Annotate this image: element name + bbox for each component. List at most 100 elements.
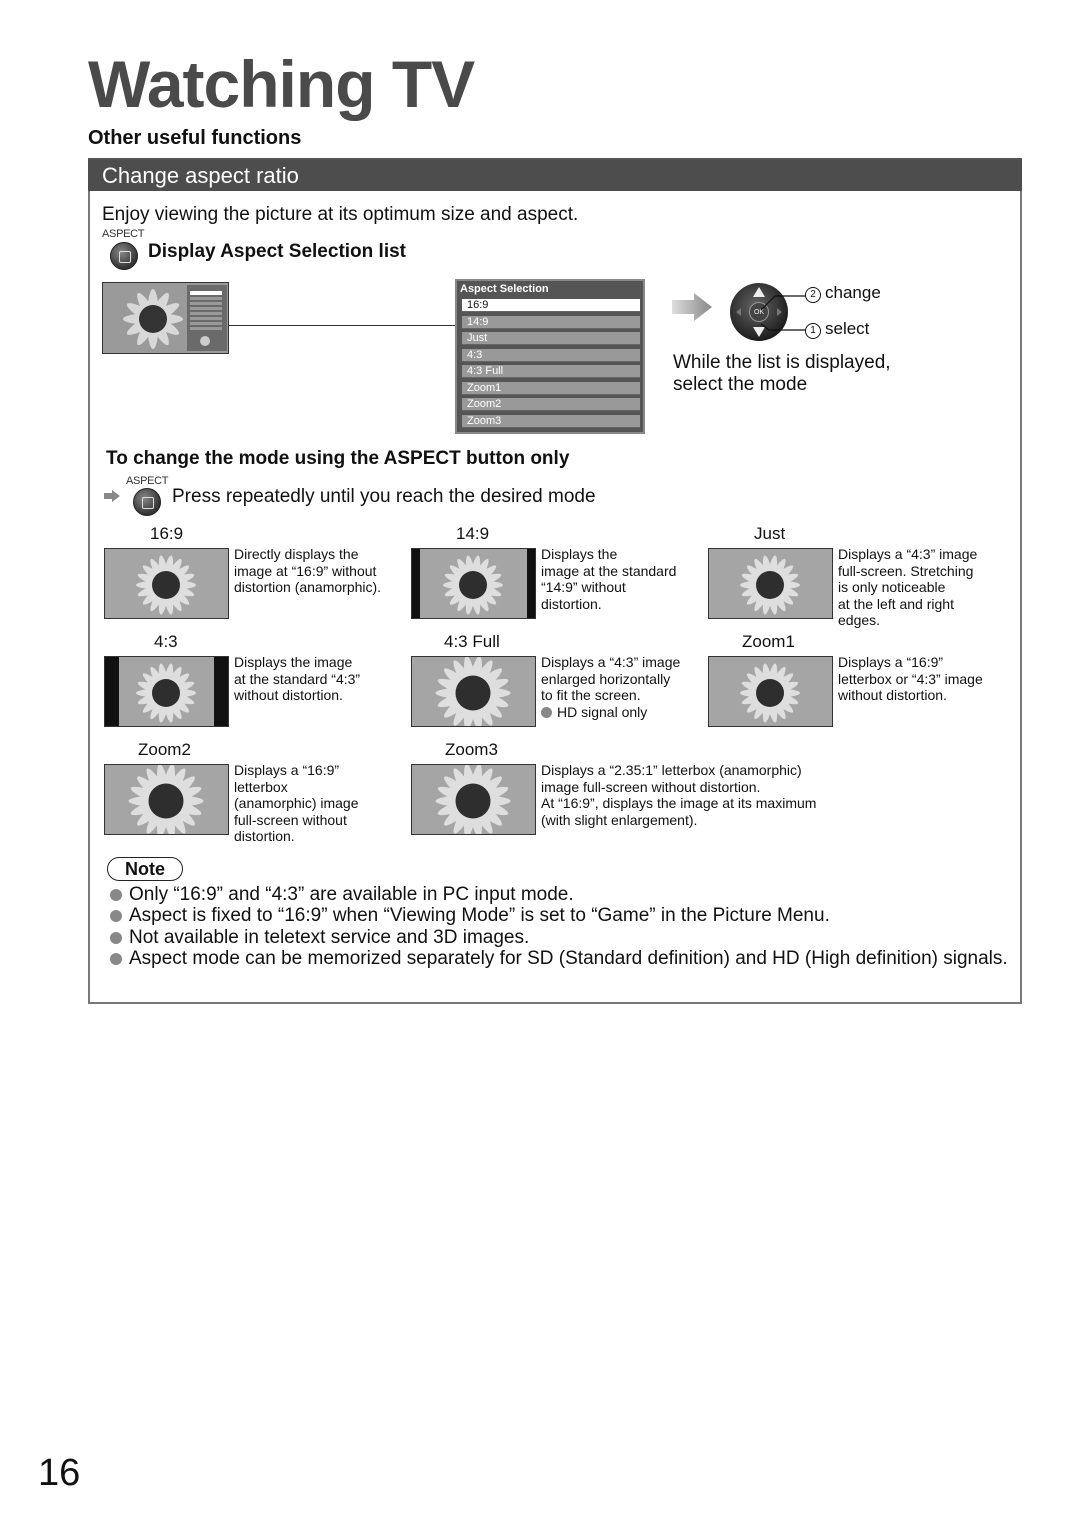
mode-description-4-3-full: Displays a “4:3” image enlarged horizonta… (541, 654, 680, 720)
note-item: Aspect is fixed to “16:9” when “Viewing … (108, 905, 1013, 926)
callout-lines (760, 295, 805, 331)
list-instruction: While the list is displayed, select the … (673, 352, 891, 395)
menu-item-just[interactable]: Just (462, 332, 640, 345)
sunflower-image (709, 657, 832, 726)
mode-title-zoom2: Zoom2 (138, 740, 191, 759)
mode-thumbnail-zoom3 (411, 764, 536, 835)
step-change: 2 change (805, 283, 881, 303)
sunflower-image (709, 549, 832, 618)
description-line: distortion (anamorphic). (234, 579, 382, 595)
page-title: Watching TV (88, 47, 475, 121)
note-badge: Note (107, 857, 183, 881)
step-heading: Display Aspect Selection list (148, 241, 406, 262)
description-line: letterbox (234, 778, 288, 795)
bullet-icon (110, 952, 122, 965)
mode-title-4-3: 4:3 (154, 632, 178, 651)
aspect-button-icon (133, 488, 161, 516)
arrow-right-icon (104, 490, 120, 502)
description-line: Displays a “4:3” image (838, 546, 978, 562)
description-line: Displays a “16:9” (234, 762, 340, 778)
description-line: is only noticeable (838, 579, 946, 595)
menu-item-zoom3[interactable]: Zoom3 (462, 414, 640, 428)
menu-item-zoom1[interactable]: Zoom1 (462, 381, 640, 395)
section-header: Change aspect ratio (88, 160, 1022, 191)
description-line: distortion. (234, 828, 295, 844)
mode-description-4-3: Displays the image at the standard “4:3” w… (234, 654, 360, 704)
menu-item-14-9[interactable]: 14:9 (462, 315, 640, 329)
section-heading: Change aspect ratio (102, 163, 299, 188)
mode-description-zoom3: Displays a “2.35:1” letterbox (anamorphi… (541, 762, 816, 828)
note-item: Only “16:9” and “4:3” are available in P… (108, 884, 1013, 905)
menu-title: Aspect Selection (460, 283, 549, 295)
description-line: (with slight enlargement). (541, 811, 698, 828)
mode-description-16-9: Directly displays the image at “16:9” wit… (234, 546, 381, 596)
description-line: without distortion. (234, 687, 343, 703)
note-item: Aspect mode can be memorized separately … (108, 948, 1013, 969)
description-line: (anamorphic) image (234, 795, 359, 811)
page-number: 16 (38, 1452, 81, 1494)
bullet-icon (110, 889, 122, 901)
description-line: distortion. (541, 595, 602, 612)
mode-thumbnail-16-9 (104, 548, 229, 619)
sunflower-image (103, 283, 228, 353)
sunflower-image (105, 657, 228, 726)
mode-thumbnail-zoom1 (708, 656, 833, 727)
mode-title-16-9: 16:9 (150, 524, 184, 543)
mode-description-14-9: Displays the image at the standard “14:9” … (541, 546, 676, 612)
mode-thumbnail-just (708, 548, 833, 619)
description-line: full-screen. Stretching (838, 562, 974, 579)
description-line: image at “16:9” without (234, 562, 377, 579)
connector-line (228, 325, 456, 326)
aspect-only-instruction: Press repeatedly until you reach the des… (172, 486, 596, 507)
description-line: at the left and right (838, 595, 954, 612)
description-line: Displays the image (234, 654, 353, 670)
aspect-button-label-2: ASPECT (126, 475, 169, 487)
mode-title-zoom3: Zoom3 (445, 740, 498, 759)
description-line: to fit the screen. (541, 687, 641, 703)
sunflower-image (105, 765, 228, 834)
bullet-icon (541, 706, 552, 718)
description-line: letterbox or “4:3” image (838, 670, 983, 687)
description-line: edges. (838, 612, 881, 628)
description-line: Displays a “4:3” image (541, 654, 681, 670)
mode-title-zoom1: Zoom1 (742, 632, 795, 651)
description-line: image full-screen without distortion. (541, 778, 761, 795)
description-line: Displays a “2.35:1” letterbox (anamorphi… (541, 762, 802, 778)
menu-item-4-3[interactable]: 4:3 (462, 348, 640, 362)
description-line: “14:9” without (541, 579, 626, 595)
page-subtitle: Other useful functions (88, 127, 302, 149)
aspect-only-heading: To change the mode using the ASPECT butt… (106, 448, 570, 469)
mode-description-zoom1: Displays a “16:9” letterbox or “4:3” imag… (838, 654, 983, 704)
aspect-button-label: ASPECT (102, 228, 145, 240)
description-line: at the standard “4:3” (234, 670, 361, 687)
menu-item-4-3-full[interactable]: 4:3 Full (462, 365, 640, 378)
sunflower-image (105, 549, 228, 618)
aspect-selection-menu: Aspect Selection 16:9 14:9 Just 4:3 4:3 … (455, 279, 645, 434)
bullet-icon (110, 931, 122, 944)
bullet-icon (110, 910, 122, 923)
mode-description-zoom2: Displays a “16:9” letterbox (anamorphic) i… (234, 762, 359, 845)
description-line: Directly displays the (234, 546, 359, 562)
sunflower-image (412, 549, 535, 618)
menu-item-zoom2[interactable]: Zoom2 (462, 398, 640, 411)
arrow-right-icon (672, 293, 712, 321)
sunflower-image (412, 657, 535, 726)
mode-thumbnail-14-9 (411, 548, 536, 619)
mode-thumbnail-4-3-full (411, 656, 536, 727)
mode-description-just: Displays a “4:3” image full-screen. Stret… (838, 546, 977, 629)
note-list: Only “16:9” and “4:3” are available in P… (108, 884, 1013, 969)
menu-item-16-9[interactable]: 16:9 (462, 299, 640, 312)
mode-title-14-9: 14:9 (456, 524, 490, 543)
aspect-button-icon (110, 242, 138, 270)
sunflower-image (412, 765, 535, 834)
step-select: 1 select (805, 319, 869, 339)
description-line: At “16:9”, displays the image at its max… (541, 795, 817, 811)
description-line: Displays a “16:9” (838, 654, 944, 670)
mode-title-just: Just (754, 524, 786, 543)
description-line: without distortion. (838, 687, 947, 703)
description-line: enlarged horizontally (541, 670, 671, 687)
description-line: image at the standard (541, 562, 677, 579)
mode-thumbnail-4-3 (104, 656, 229, 727)
note-item: Not available in teletext service and 3D… (108, 927, 1013, 948)
hd-signal-note: HD signal only (541, 704, 680, 721)
